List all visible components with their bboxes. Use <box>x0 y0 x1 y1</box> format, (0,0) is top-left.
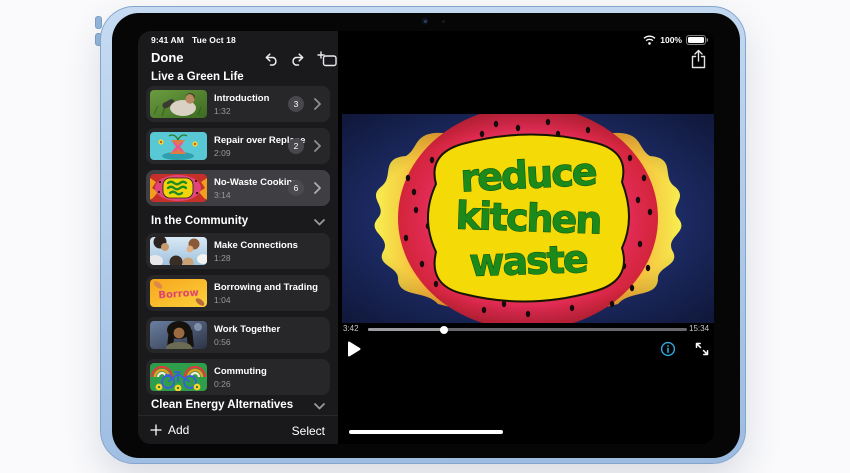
section-header-clean-energy-alternatives[interactable]: Clean Energy Alternatives <box>138 399 338 414</box>
playlist-item-work-together[interactable]: Work Together 0:56 <box>146 317 330 353</box>
playlist-item-no-waste-cooking[interactable]: No-Waste Cooking 3:14 6 <box>146 170 330 206</box>
thumbnail-grass <box>150 90 207 118</box>
select-button[interactable]: Select <box>292 424 325 438</box>
total-time: 15:34 <box>689 324 710 333</box>
section-header-in-the-community[interactable]: In the Community <box>138 215 338 230</box>
playlist-item-introduction[interactable]: Introduction 1:32 3 <box>146 86 330 122</box>
playlist-item-repair-over-replace[interactable]: Repair over Replace 2:09 2 <box>146 128 330 164</box>
thumbnail-borrow: Borrow <box>150 279 207 307</box>
playlist-item-commuting[interactable]: Commuting 0:26 <box>146 359 330 395</box>
front-camera-icon <box>421 17 429 25</box>
playlist-item-make-connections[interactable]: Make Connections 1:28 <box>146 233 330 269</box>
video-title: Borrowing and Trading <box>214 282 318 293</box>
chevron-right-icon <box>314 98 321 110</box>
redo-icon[interactable] <box>290 52 306 67</box>
clip-count-badge: 2 <box>288 138 304 154</box>
video-duration: 1:04 <box>214 294 231 305</box>
video-duration: 1:32 <box>214 105 231 116</box>
video-title: Commuting <box>214 366 267 377</box>
video-title: Make Connections <box>214 240 298 251</box>
thumbnail-group <box>150 237 207 265</box>
volume-up-button <box>95 16 102 29</box>
video-title: Introduction <box>214 93 270 104</box>
video-duration: 3:14 <box>214 189 231 200</box>
wifi-icon <box>643 35 656 45</box>
status-bar-right: 100% <box>643 35 708 45</box>
home-indicator[interactable] <box>349 430 503 434</box>
battery-percent: 100% <box>660 35 682 45</box>
current-time: 3:42 <box>343 324 359 333</box>
video-duration: 0:56 <box>214 336 231 347</box>
player-pane: reduce kitchen waste 3:42 15:34 <box>338 31 714 444</box>
ambient-sensor-icon <box>442 20 445 23</box>
chevron-right-icon <box>314 182 321 194</box>
fullscreen-icon[interactable] <box>694 341 710 357</box>
battery-icon <box>686 35 708 45</box>
ipad-frame: Live a Green Life Introduction 1:32 3 Re… <box>100 6 746 464</box>
chevron-right-icon <box>314 140 321 152</box>
clock: 9:41 AM <box>151 35 184 45</box>
playlist-sidebar: Live a Green Life Introduction 1:32 3 Re… <box>138 31 338 444</box>
section-title-live-a-green-life: Live a Green Life <box>151 71 244 83</box>
plus-icon <box>150 424 162 436</box>
ipad-bezel: Live a Green Life Introduction 1:32 3 Re… <box>112 13 740 458</box>
add-clip-icon[interactable] <box>317 51 337 67</box>
info-icon[interactable] <box>660 341 676 357</box>
thumbnail-portrait <box>150 321 207 349</box>
edit-toolbar <box>263 51 337 67</box>
date: Tue Oct 18 <box>191 35 236 45</box>
done-button[interactable]: Done <box>151 50 184 65</box>
seek-bar-played <box>368 328 444 331</box>
add-label: Add <box>168 423 190 437</box>
ipad-screen: Live a Green Life Introduction 1:32 3 Re… <box>138 31 714 444</box>
chevron-down-icon <box>314 403 325 410</box>
thumbnail-dragonfruit <box>150 174 207 202</box>
video-title: Work Together <box>214 324 281 335</box>
thumbnail-repair <box>150 132 207 160</box>
status-bar-left: 9:41 AM Tue Oct 18 <box>151 35 244 45</box>
play-icon[interactable] <box>347 341 361 357</box>
thumbnail-bicycle <box>150 363 207 391</box>
video-title: No-Waste Cooking <box>214 177 299 188</box>
chevron-down-icon <box>314 219 325 226</box>
seek-bar[interactable] <box>368 325 687 334</box>
clip-count-badge: 3 <box>288 96 304 112</box>
add-button[interactable]: Add <box>150 423 189 437</box>
video-duration: 2:09 <box>214 147 231 158</box>
share-icon[interactable] <box>690 49 707 69</box>
video-duration: 0:26 <box>214 378 231 389</box>
playlist-item-borrowing-and-trading[interactable]: Borrow Borrowing and Trading 1:04 <box>146 275 330 311</box>
undo-icon[interactable] <box>263 52 279 67</box>
sidebar-footer: Add Select <box>138 415 338 444</box>
clip-count-badge: 6 <box>288 180 304 196</box>
seek-handle[interactable] <box>439 325 448 334</box>
video-frame[interactable]: reduce kitchen waste <box>342 114 714 323</box>
video-duration: 1:28 <box>214 252 231 263</box>
